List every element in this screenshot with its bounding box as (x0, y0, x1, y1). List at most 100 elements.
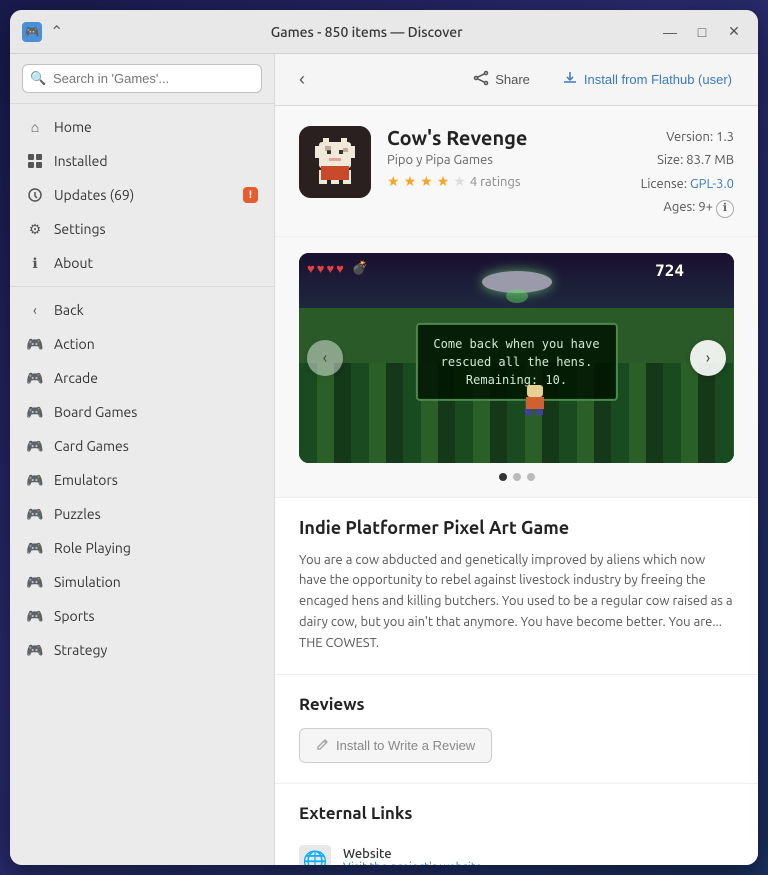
share-icon (473, 70, 489, 89)
star-2: ★ (404, 173, 417, 190)
install-icon (562, 70, 578, 89)
description-title: Indie Platformer Pixel Art Game (299, 518, 734, 538)
game-dialog: Come back when you haverescued all the h… (415, 322, 617, 400)
gamepad-icon-strategy: 🎮 (26, 641, 44, 659)
sidebar-item-arcade-label: Arcade (54, 370, 98, 386)
sidebar-item-strategy-label: Strategy (54, 642, 107, 658)
char-legs (525, 409, 545, 415)
back-icon: ‹ (26, 301, 44, 319)
close-icon: ✕ (728, 23, 740, 40)
sidebar-item-emulators[interactable]: 🎮 Emulators (10, 463, 274, 497)
gamepad-icon-sim: 🎮 (26, 573, 44, 591)
sidebar-item-action[interactable]: 🎮 Action (10, 327, 274, 361)
sidebar-item-strategy[interactable]: 🎮 Strategy (10, 633, 274, 667)
topbar: ‹ Share (275, 54, 758, 106)
char-leg-r (536, 409, 543, 415)
sidebar-item-settings[interactable]: ⚙ Settings (10, 212, 274, 246)
heart-4: ♥ (336, 261, 344, 276)
sidebar-item-about-label: About (54, 255, 93, 271)
version-label: Version: (666, 130, 713, 144)
sidebar-item-simulation-label: Simulation (54, 574, 121, 590)
reviews-section: Reviews Install to Write a Review (275, 675, 758, 784)
website-name: Website (343, 847, 482, 861)
screenshot-dot-3[interactable] (527, 473, 535, 481)
sidebar-item-role-playing-label: Role Playing (54, 540, 131, 556)
screenshot-area: ♥ ♥ ♥ ♥ 💣 724 Come back w (275, 237, 758, 498)
main-window: 🎮 ⌃ Games - 850 items — Discover — □ ✕ 🔍 (10, 10, 758, 865)
maximize-icon: □ (698, 24, 706, 40)
screenshot-dot-2[interactable] (513, 473, 521, 481)
char-head (527, 385, 543, 397)
app-meta: Version: 1.3 Size: 83.7 MB License: GPL-… (641, 126, 734, 220)
gamepad-icon-puzzles: 🎮 (26, 505, 44, 523)
website-icon: 🌐 (299, 845, 331, 865)
size-info: Size: 83.7 MB (641, 149, 734, 172)
share-button[interactable]: Share (463, 64, 540, 95)
version-info: Version: 1.3 (641, 126, 734, 149)
app-icon-small: 🎮 (22, 22, 42, 42)
website-info: Website Visit the project's website (343, 847, 482, 865)
sidebar-item-simulation[interactable]: 🎮 Simulation (10, 565, 274, 599)
external-links-title: External Links (299, 804, 734, 823)
close-button[interactable]: ✕ (722, 20, 746, 44)
sidebar-item-role-playing[interactable]: 🎮 Role Playing (10, 531, 274, 565)
install-button[interactable]: Install from Flathub (user) (552, 64, 742, 95)
sidebar-item-puzzles[interactable]: 🎮 Puzzles (10, 497, 274, 531)
sidebar-item-home[interactable]: ⌂ Home (10, 110, 274, 144)
sidebar-item-arcade[interactable]: 🎮 Arcade (10, 361, 274, 395)
screenshot-prev-button[interactable]: ‹ (307, 340, 343, 376)
screenshot-dot-1[interactable] (499, 473, 507, 481)
screenshot-next-button[interactable]: › (690, 340, 726, 376)
gamepad-icon-action: 🎮 (26, 335, 44, 353)
settings-icon: ⚙ (26, 220, 44, 238)
sidebar-item-updates-label: Updates (69) (54, 187, 134, 203)
game-background: ♥ ♥ ♥ ♥ 💣 724 Come back w (299, 253, 734, 463)
updates-icon (26, 186, 44, 204)
gamepad-icon-arcade: 🎮 (26, 369, 44, 387)
minimize-button[interactable]: — (658, 20, 682, 44)
back-chevron-icon: ‹ (299, 69, 305, 89)
write-review-icon (316, 737, 330, 754)
search-bar-container: 🔍 (10, 54, 274, 104)
gamepad-icon-sports: 🎮 (26, 607, 44, 625)
sidebar-item-board-games-label: Board Games (54, 404, 137, 420)
license-info: License: GPL-3.0 (641, 173, 734, 196)
age-info-icon[interactable]: ℹ (716, 200, 734, 218)
license-label: License: (641, 177, 687, 191)
sidebar-item-card-games[interactable]: 🎮 Card Games (10, 429, 274, 463)
website-url[interactable]: Visit the project's website (343, 861, 482, 865)
sidebar-item-sports[interactable]: 🎮 Sports (10, 599, 274, 633)
updates-badge: ! (243, 187, 258, 203)
sidebar-item-back[interactable]: ‹ Back (10, 293, 274, 327)
app-icon-large (299, 126, 371, 198)
app-developer: Pipo y Pipa Games (387, 153, 625, 167)
star-5: ★ (453, 173, 466, 190)
window-controls: — □ ✕ (658, 20, 746, 44)
game-ufo-beam (506, 289, 528, 303)
bomb-icon: 💣 (352, 261, 368, 276)
minimize-icon: — (663, 24, 677, 40)
char-leg-l (525, 409, 532, 415)
back-button[interactable]: ‹ (291, 65, 313, 94)
sidebar-item-installed[interactable]: Installed (10, 144, 274, 178)
installed-icon (26, 152, 44, 170)
sidebar-item-updates[interactable]: Updates (69) ! (10, 178, 274, 212)
char-body (526, 397, 544, 409)
app-rating: ★ ★ ★ ★ ★ 4 ratings (387, 173, 625, 190)
write-review-button[interactable]: Install to Write a Review (299, 728, 492, 763)
gamepad-icon-emulators: 🎮 (26, 471, 44, 489)
sidebar-item-action-label: Action (54, 336, 95, 352)
size-value: 83.7 MB (686, 153, 734, 167)
sidebar-item-board-games[interactable]: 🎮 Board Games (10, 395, 274, 429)
reviews-title: Reviews (299, 695, 734, 714)
size-label: Size: (657, 153, 683, 167)
sidebar-item-about[interactable]: ℹ About (10, 246, 274, 280)
ages-label: Ages: (663, 200, 695, 214)
main-panel: ‹ Share (275, 54, 758, 865)
heart-3: ♥ (326, 261, 334, 276)
search-input[interactable] (22, 64, 262, 93)
titlebar-chevron[interactable]: ⌃ (50, 22, 63, 41)
maximize-button[interactable]: □ (690, 20, 714, 44)
license-link[interactable]: GPL-3.0 (690, 177, 734, 191)
version-value: 1.3 (716, 130, 734, 144)
